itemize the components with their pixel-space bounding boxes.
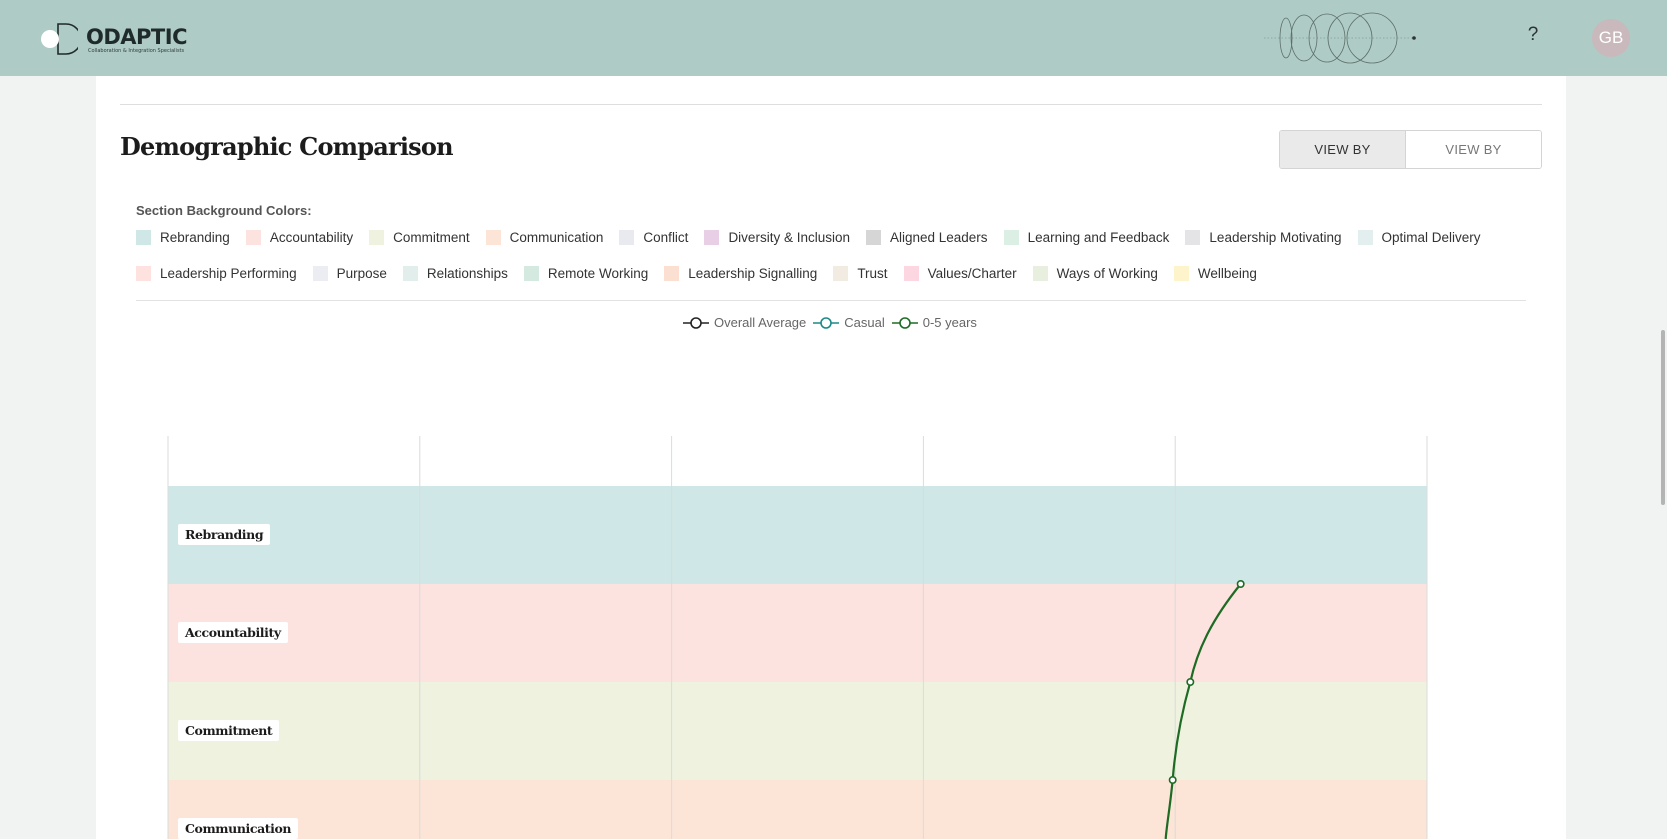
section-legend-label: Purpose [336, 266, 387, 281]
line-marker-icon [891, 316, 918, 329]
section-legend-label: Values/Charter [927, 266, 1017, 281]
line-marker-icon [813, 316, 840, 329]
color-swatch [1185, 230, 1201, 245]
color-swatch [704, 230, 720, 245]
section-legend-label: Rebranding [160, 230, 230, 245]
legend-label: Casual [844, 315, 885, 330]
section-legend-label: Aligned Leaders [889, 230, 988, 245]
section-legend-label: Accountability [269, 230, 354, 245]
section-legend-item: Conflict [619, 230, 688, 245]
color-swatch [833, 266, 849, 281]
section-legend-label: Remote Working [547, 266, 649, 281]
section-legend-item: Diversity & Inclusion [704, 230, 850, 245]
section-legend-label: Trust [857, 266, 888, 281]
color-swatch [903, 266, 919, 281]
color-swatch [312, 266, 328, 281]
color-swatch [865, 230, 881, 245]
section-legend-item: Ways of Working [1032, 266, 1158, 281]
section-legend-item: Commitment [369, 230, 470, 245]
logo-tagline: Collaboration & Integration Specialists [88, 48, 185, 54]
section-legend-item: Communication [485, 230, 604, 245]
color-swatch [402, 266, 418, 281]
help-icon[interactable]: ? [1523, 24, 1543, 52]
section-legend-item: Optimal Delivery [1357, 230, 1481, 245]
color-swatch [136, 266, 151, 281]
color-swatch [664, 266, 680, 281]
color-swatch [619, 230, 635, 245]
section-legend-label: Wellbeing [1197, 266, 1257, 281]
section-legend-item: Purpose [312, 266, 387, 281]
view-by-section-button[interactable]: VIEW BY SECTION [1280, 131, 1406, 168]
color-swatch [1032, 266, 1048, 281]
odaptic-logo[interactable]: ODAPTIC Collaboration & Integration Spec… [38, 22, 188, 56]
view-toggle: VIEW BY SECTION VIEW BY QUESTION [1279, 130, 1542, 169]
section-label: Commitment [178, 720, 280, 741]
color-swatch [1003, 230, 1019, 245]
section-label: Rebranding [178, 524, 271, 545]
section-colors-legend-row-1: Rebranding Accountability Commitment Commun… [136, 230, 1497, 245]
color-swatch [1173, 266, 1189, 281]
section-legend-label: Leadership Performing [160, 266, 297, 281]
section-legend-label: Communication [509, 230, 604, 245]
color-swatch [245, 230, 261, 245]
view-by-question-button[interactable]: VIEW BY QUESTION [1406, 131, 1541, 168]
section-legend-label: Commitment [393, 230, 470, 245]
section-legend-label: Diversity & Inclusion [728, 230, 850, 245]
section-legend-item: Aligned Leaders [865, 230, 988, 245]
section-legend-label: Relationships [426, 266, 508, 281]
top-navbar: ODAPTIC Collaboration & Integration Spec… [0, 0, 1667, 76]
series-legend: Overall Average Casual 0-5 years [683, 315, 984, 330]
color-swatch [485, 230, 501, 245]
section-legend-item: Relationships [402, 266, 508, 281]
decorative-circles-icon [1264, 12, 1416, 64]
color-swatch [136, 230, 151, 245]
user-avatar[interactable]: GB [1592, 19, 1630, 57]
section-legend-item: Remote Working [523, 266, 649, 281]
color-swatch [1357, 230, 1373, 245]
section-legend-label: Ways of Working [1056, 266, 1158, 281]
section-legend-label: Leadership Motivating [1209, 230, 1342, 245]
section-legend-item: Rebranding [136, 230, 230, 245]
section-label: Accountability [178, 622, 288, 643]
section-legend-item: Trust [833, 266, 888, 281]
legend-label: 0-5 years [922, 315, 977, 330]
section-legend-item: Leadership Performing [136, 266, 297, 281]
section-legend-label: Conflict [643, 230, 689, 245]
logo-mark-icon [41, 23, 78, 55]
section-legend-label: Learning and Feedback [1027, 230, 1170, 245]
legend-item-overall-average[interactable]: Overall Average [683, 315, 806, 330]
scrollbar-thumb[interactable] [1661, 330, 1665, 505]
section-legend-item: Leadership Motivating [1185, 230, 1342, 245]
section-label: Communication [178, 818, 299, 839]
section-colors-title: Section Background Colors: [136, 203, 312, 218]
section-legend-item: Leadership Signalling [664, 266, 817, 281]
divider [120, 104, 1542, 105]
section-legend-item: Wellbeing [1173, 266, 1257, 281]
legend-item-0-5-years[interactable]: 0-5 years [891, 315, 977, 330]
section-legend-label: Optimal Delivery [1381, 230, 1481, 245]
section-legend-item: Learning and Feedback [1003, 230, 1170, 245]
divider [136, 300, 1526, 301]
content-card [96, 76, 1566, 839]
legend-item-casual[interactable]: Casual [813, 315, 885, 330]
legend-label: Overall Average [714, 315, 807, 330]
line-marker-icon [683, 316, 709, 329]
page-title: Demographic Comparison [120, 132, 454, 161]
color-swatch [523, 266, 539, 281]
section-legend-item: Accountability [245, 230, 354, 245]
section-legend-label: Leadership Signalling [688, 266, 818, 281]
section-legend-item: Values/Charter [903, 266, 1017, 281]
section-colors-legend-row-2: Leadership Performing Purpose Relationship… [136, 266, 1273, 281]
logo-wordmark: ODAPTIC [86, 25, 187, 49]
color-swatch [369, 230, 385, 245]
